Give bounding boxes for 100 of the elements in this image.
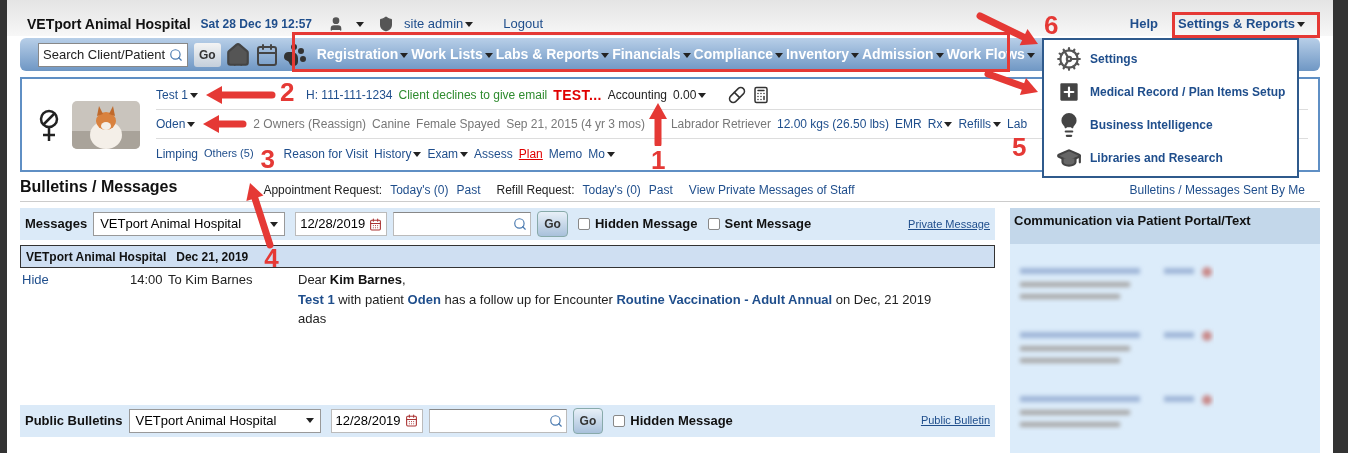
patient-info[interactable]: Memo [548, 144, 583, 163]
annotation-number: 2 [280, 79, 295, 105]
calendar-icon[interactable] [254, 42, 279, 67]
go-button[interactable]: Go [537, 211, 568, 237]
paw-icon[interactable] [282, 42, 307, 67]
settings-menu-item[interactable]: Medical Record / Plan Items Setup [1056, 77, 1297, 106]
patient-info: Accounting [607, 87, 667, 104]
caret-icon [1297, 22, 1305, 28]
caret-icon [305, 418, 314, 423]
settings-menu-item[interactable]: Business Intelligence [1056, 110, 1297, 139]
search-icon[interactable] [548, 413, 563, 428]
clinic-select[interactable]: VETport Animal Hospital [93, 212, 286, 236]
date-time: Sat 28 Dec 19 12:57 [200, 16, 313, 33]
patient-info[interactable]: Limping [156, 144, 199, 163]
bulletin-link[interactable]: View Private Messages of Staff [688, 181, 855, 199]
patient-info[interactable]: Assess [474, 144, 513, 163]
patient-info: TEST... [553, 85, 602, 105]
settings-reports-menu[interactable]: Settings & Reports [1178, 14, 1305, 34]
bulletin-link[interactable]: Today's (0) [582, 181, 641, 199]
message-line: Test 1 with patient Oden has a follow up for Encounter Routine Vaccination - Adult Annual on Dec, 21 2019 [298, 290, 932, 309]
shield-icon[interactable] [378, 16, 395, 32]
gear-icon [1056, 45, 1082, 72]
checkbox-label: Hidden Message [594, 215, 698, 234]
patient-info: Female Spayed [416, 116, 501, 133]
annotation-arrow [203, 115, 247, 133]
caret-icon [270, 221, 279, 227]
neutered-female-icon [38, 107, 60, 142]
patient-info: Sep 21, 2015 (4 yr 3 mos) [506, 116, 645, 133]
patient-info[interactable]: H: 111-111-1234 [306, 86, 393, 104]
search-icon[interactable] [513, 217, 528, 231]
bulletin-link[interactable]: Today's (0) [390, 181, 449, 199]
annotation-arrow [976, 12, 1038, 46]
search-field[interactable]: Search Client/Patient [38, 42, 188, 67]
portal-title: Communication via Patient Portal/Text [1014, 213, 1251, 228]
caret-icon [601, 52, 610, 58]
annotation-number: 4 [264, 244, 279, 271]
patient-info: Client declines to give email [398, 87, 548, 104]
annotation-arrow [206, 86, 276, 104]
caret-icon [851, 52, 859, 58]
search-field[interactable] [393, 212, 532, 236]
calendar-icon[interactable] [404, 414, 418, 427]
user-menu[interactable]: site admin [404, 14, 474, 34]
go-button[interactable]: Go [572, 407, 604, 434]
message-line: adas [298, 310, 328, 328]
caret-icon [484, 52, 493, 58]
message-recipient: To Kim Barnes [168, 271, 254, 289]
patient-info[interactable]: Exam [427, 144, 469, 163]
pill-icon[interactable] [728, 86, 747, 104]
annotation-number: 1 [650, 147, 666, 173]
checkbox[interactable] [707, 218, 720, 230]
patient-info[interactable]: Refills [958, 115, 1002, 133]
bulletin-link[interactable]: Past [456, 181, 481, 199]
patient-info[interactable]: Lab [1007, 115, 1028, 133]
patient-info: Canine [372, 116, 411, 133]
caret-icon [356, 21, 365, 27]
settings-menu-item[interactable]: Settings [1056, 44, 1297, 73]
date-field[interactable]: 12/28/2019 [295, 212, 388, 236]
search-icon[interactable] [169, 47, 183, 62]
bulletin-link[interactable]: Past [648, 181, 673, 199]
patient-info[interactable]: History [374, 144, 422, 163]
annotation-arrow [648, 103, 667, 146]
patient-info[interactable]: Rx [927, 115, 953, 133]
annotation-number: 3 [260, 145, 275, 172]
settings-menu-item[interactable]: Libraries and Research [1056, 143, 1297, 172]
bulletin-link[interactable]: Public Bulletin [920, 412, 990, 429]
checkbox[interactable] [613, 414, 626, 427]
patient-info: 0.00 [673, 86, 707, 104]
patient-info: Others (5) [204, 146, 254, 162]
calendar-icon[interactable] [369, 217, 383, 231]
patient-info: Labrador Retriever [670, 116, 771, 133]
hospital-name: VETport Animal Hospital [27, 14, 191, 34]
caret-icon [935, 52, 944, 58]
patient-info: 2 Owners (Reassign) [253, 116, 367, 133]
patient-info[interactable]: Reason for Visit [283, 144, 369, 163]
checkbox[interactable] [577, 218, 590, 230]
sent-by-me-link[interactable]: Bulletins / Messages Sent By Me [1129, 181, 1305, 199]
checkbox-label: Hidden Message [630, 411, 733, 430]
calculator-icon[interactable] [752, 86, 771, 104]
patient-info[interactable]: EMR [895, 115, 922, 133]
clinic-select[interactable]: VETport Animal Hospital [128, 408, 321, 433]
annotation-arrow [984, 70, 1038, 96]
patient-info[interactable]: Test 1 [156, 86, 198, 104]
filter-label: Public Bulletins [25, 411, 123, 430]
message-time: 14:00 [130, 271, 164, 289]
checkbox-label: Sent Message [724, 215, 812, 234]
help-link[interactable]: Help [1129, 14, 1158, 34]
patient-info[interactable]: Oden [156, 115, 196, 133]
group-date: Dec 21, 2019 [176, 248, 249, 266]
patient-info[interactable]: 12.00 kgs (26.50 lbs) [776, 115, 890, 133]
section-title: Bulletins / Messages [20, 177, 178, 197]
patient-info[interactable]: Plan [518, 144, 543, 163]
patient-info[interactable]: Mo [588, 144, 615, 163]
date-field[interactable]: 12/28/2019 [330, 408, 423, 433]
go-button[interactable]: Go [194, 42, 221, 67]
home-icon[interactable] [224, 41, 251, 68]
hide-link[interactable]: Hide [20, 270, 130, 329]
bulletin-link[interactable]: Private Message [908, 215, 990, 233]
filter-label: Messages [25, 215, 88, 234]
logout-link[interactable]: Logout [503, 14, 544, 34]
search-field[interactable] [428, 408, 567, 433]
